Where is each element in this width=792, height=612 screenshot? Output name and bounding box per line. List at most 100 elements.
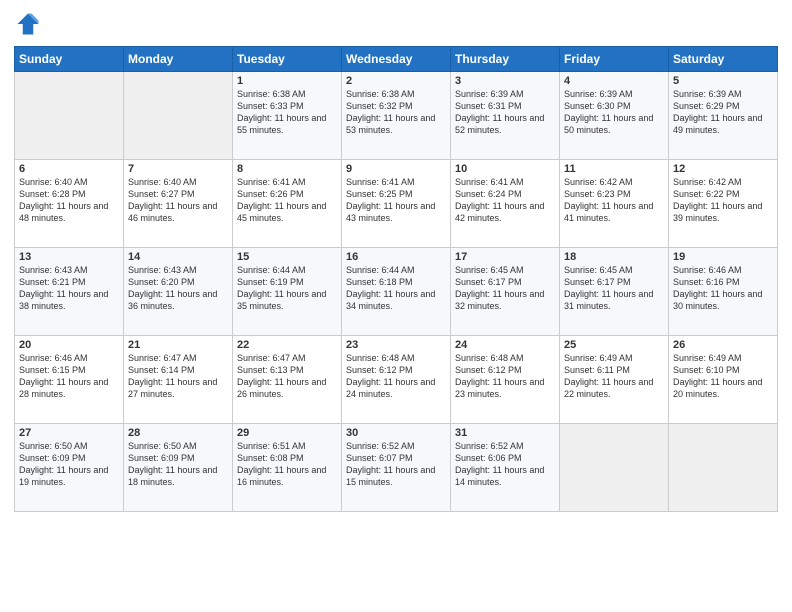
day-number: 27 xyxy=(19,427,119,439)
calendar-cell xyxy=(15,72,124,160)
day-number: 25 xyxy=(564,339,664,351)
day-info: Sunrise: 6:50 AMSunset: 6:09 PMDaylight:… xyxy=(19,440,119,489)
day-info: Sunrise: 6:42 AMSunset: 6:23 PMDaylight:… xyxy=(564,176,664,225)
day-number: 10 xyxy=(455,163,555,175)
day-info: Sunrise: 6:45 AMSunset: 6:17 PMDaylight:… xyxy=(564,264,664,313)
day-number: 7 xyxy=(128,163,228,175)
day-number: 21 xyxy=(128,339,228,351)
day-info: Sunrise: 6:39 AMSunset: 6:30 PMDaylight:… xyxy=(564,88,664,137)
calendar-cell: 5Sunrise: 6:39 AMSunset: 6:29 PMDaylight… xyxy=(669,72,778,160)
calendar: SundayMondayTuesdayWednesdayThursdayFrid… xyxy=(14,46,778,512)
day-number: 18 xyxy=(564,251,664,263)
day-info: Sunrise: 6:39 AMSunset: 6:29 PMDaylight:… xyxy=(673,88,773,137)
weekday-header-tuesday: Tuesday xyxy=(233,47,342,72)
day-info: Sunrise: 6:49 AMSunset: 6:10 PMDaylight:… xyxy=(673,352,773,401)
day-info: Sunrise: 6:46 AMSunset: 6:16 PMDaylight:… xyxy=(673,264,773,313)
day-number: 1 xyxy=(237,75,337,87)
day-info: Sunrise: 6:38 AMSunset: 6:33 PMDaylight:… xyxy=(237,88,337,137)
day-number: 30 xyxy=(346,427,446,439)
day-number: 9 xyxy=(346,163,446,175)
day-number: 29 xyxy=(237,427,337,439)
header xyxy=(14,10,778,38)
calendar-cell: 21Sunrise: 6:47 AMSunset: 6:14 PMDayligh… xyxy=(124,336,233,424)
weekday-header-saturday: Saturday xyxy=(669,47,778,72)
weekday-header-sunday: Sunday xyxy=(15,47,124,72)
day-number: 12 xyxy=(673,163,773,175)
calendar-cell: 30Sunrise: 6:52 AMSunset: 6:07 PMDayligh… xyxy=(342,424,451,512)
day-number: 14 xyxy=(128,251,228,263)
logo xyxy=(14,10,46,38)
day-info: Sunrise: 6:42 AMSunset: 6:22 PMDaylight:… xyxy=(673,176,773,225)
calendar-cell: 15Sunrise: 6:44 AMSunset: 6:19 PMDayligh… xyxy=(233,248,342,336)
calendar-cell: 2Sunrise: 6:38 AMSunset: 6:32 PMDaylight… xyxy=(342,72,451,160)
day-number: 4 xyxy=(564,75,664,87)
calendar-cell: 10Sunrise: 6:41 AMSunset: 6:24 PMDayligh… xyxy=(451,160,560,248)
calendar-week-4: 20Sunrise: 6:46 AMSunset: 6:15 PMDayligh… xyxy=(15,336,778,424)
day-info: Sunrise: 6:41 AMSunset: 6:24 PMDaylight:… xyxy=(455,176,555,225)
calendar-cell xyxy=(560,424,669,512)
day-number: 24 xyxy=(455,339,555,351)
day-number: 2 xyxy=(346,75,446,87)
day-info: Sunrise: 6:47 AMSunset: 6:13 PMDaylight:… xyxy=(237,352,337,401)
calendar-cell: 27Sunrise: 6:50 AMSunset: 6:09 PMDayligh… xyxy=(15,424,124,512)
calendar-week-5: 27Sunrise: 6:50 AMSunset: 6:09 PMDayligh… xyxy=(15,424,778,512)
day-info: Sunrise: 6:48 AMSunset: 6:12 PMDaylight:… xyxy=(346,352,446,401)
day-info: Sunrise: 6:38 AMSunset: 6:32 PMDaylight:… xyxy=(346,88,446,137)
day-number: 3 xyxy=(455,75,555,87)
calendar-cell: 17Sunrise: 6:45 AMSunset: 6:17 PMDayligh… xyxy=(451,248,560,336)
day-info: Sunrise: 6:50 AMSunset: 6:09 PMDaylight:… xyxy=(128,440,228,489)
day-number: 28 xyxy=(128,427,228,439)
day-info: Sunrise: 6:52 AMSunset: 6:07 PMDaylight:… xyxy=(346,440,446,489)
day-info: Sunrise: 6:47 AMSunset: 6:14 PMDaylight:… xyxy=(128,352,228,401)
calendar-cell: 25Sunrise: 6:49 AMSunset: 6:11 PMDayligh… xyxy=(560,336,669,424)
calendar-cell: 6Sunrise: 6:40 AMSunset: 6:28 PMDaylight… xyxy=(15,160,124,248)
day-info: Sunrise: 6:46 AMSunset: 6:15 PMDaylight:… xyxy=(19,352,119,401)
weekday-header-friday: Friday xyxy=(560,47,669,72)
day-number: 15 xyxy=(237,251,337,263)
calendar-cell: 3Sunrise: 6:39 AMSunset: 6:31 PMDaylight… xyxy=(451,72,560,160)
day-number: 11 xyxy=(564,163,664,175)
calendar-cell: 22Sunrise: 6:47 AMSunset: 6:13 PMDayligh… xyxy=(233,336,342,424)
day-info: Sunrise: 6:45 AMSunset: 6:17 PMDaylight:… xyxy=(455,264,555,313)
calendar-cell xyxy=(124,72,233,160)
day-number: 8 xyxy=(237,163,337,175)
day-number: 20 xyxy=(19,339,119,351)
weekday-header-monday: Monday xyxy=(124,47,233,72)
calendar-cell: 31Sunrise: 6:52 AMSunset: 6:06 PMDayligh… xyxy=(451,424,560,512)
calendar-cell: 24Sunrise: 6:48 AMSunset: 6:12 PMDayligh… xyxy=(451,336,560,424)
day-info: Sunrise: 6:40 AMSunset: 6:27 PMDaylight:… xyxy=(128,176,228,225)
day-info: Sunrise: 6:39 AMSunset: 6:31 PMDaylight:… xyxy=(455,88,555,137)
calendar-cell xyxy=(669,424,778,512)
calendar-cell: 28Sunrise: 6:50 AMSunset: 6:09 PMDayligh… xyxy=(124,424,233,512)
logo-icon xyxy=(14,10,42,38)
day-number: 19 xyxy=(673,251,773,263)
calendar-cell: 26Sunrise: 6:49 AMSunset: 6:10 PMDayligh… xyxy=(669,336,778,424)
day-number: 23 xyxy=(346,339,446,351)
day-info: Sunrise: 6:41 AMSunset: 6:25 PMDaylight:… xyxy=(346,176,446,225)
day-info: Sunrise: 6:51 AMSunset: 6:08 PMDaylight:… xyxy=(237,440,337,489)
calendar-cell: 9Sunrise: 6:41 AMSunset: 6:25 PMDaylight… xyxy=(342,160,451,248)
day-info: Sunrise: 6:48 AMSunset: 6:12 PMDaylight:… xyxy=(455,352,555,401)
weekday-header-thursday: Thursday xyxy=(451,47,560,72)
day-info: Sunrise: 6:44 AMSunset: 6:18 PMDaylight:… xyxy=(346,264,446,313)
weekday-header-row: SundayMondayTuesdayWednesdayThursdayFrid… xyxy=(15,47,778,72)
calendar-cell: 23Sunrise: 6:48 AMSunset: 6:12 PMDayligh… xyxy=(342,336,451,424)
calendar-cell: 4Sunrise: 6:39 AMSunset: 6:30 PMDaylight… xyxy=(560,72,669,160)
day-number: 31 xyxy=(455,427,555,439)
calendar-cell: 20Sunrise: 6:46 AMSunset: 6:15 PMDayligh… xyxy=(15,336,124,424)
day-info: Sunrise: 6:43 AMSunset: 6:20 PMDaylight:… xyxy=(128,264,228,313)
calendar-cell: 8Sunrise: 6:41 AMSunset: 6:26 PMDaylight… xyxy=(233,160,342,248)
day-number: 22 xyxy=(237,339,337,351)
calendar-week-1: 1Sunrise: 6:38 AMSunset: 6:33 PMDaylight… xyxy=(15,72,778,160)
day-info: Sunrise: 6:52 AMSunset: 6:06 PMDaylight:… xyxy=(455,440,555,489)
calendar-cell: 1Sunrise: 6:38 AMSunset: 6:33 PMDaylight… xyxy=(233,72,342,160)
day-number: 26 xyxy=(673,339,773,351)
day-number: 5 xyxy=(673,75,773,87)
calendar-week-3: 13Sunrise: 6:43 AMSunset: 6:21 PMDayligh… xyxy=(15,248,778,336)
day-info: Sunrise: 6:49 AMSunset: 6:11 PMDaylight:… xyxy=(564,352,664,401)
calendar-cell: 29Sunrise: 6:51 AMSunset: 6:08 PMDayligh… xyxy=(233,424,342,512)
calendar-cell: 7Sunrise: 6:40 AMSunset: 6:27 PMDaylight… xyxy=(124,160,233,248)
calendar-cell: 12Sunrise: 6:42 AMSunset: 6:22 PMDayligh… xyxy=(669,160,778,248)
day-number: 13 xyxy=(19,251,119,263)
page: SundayMondayTuesdayWednesdayThursdayFrid… xyxy=(0,0,792,612)
